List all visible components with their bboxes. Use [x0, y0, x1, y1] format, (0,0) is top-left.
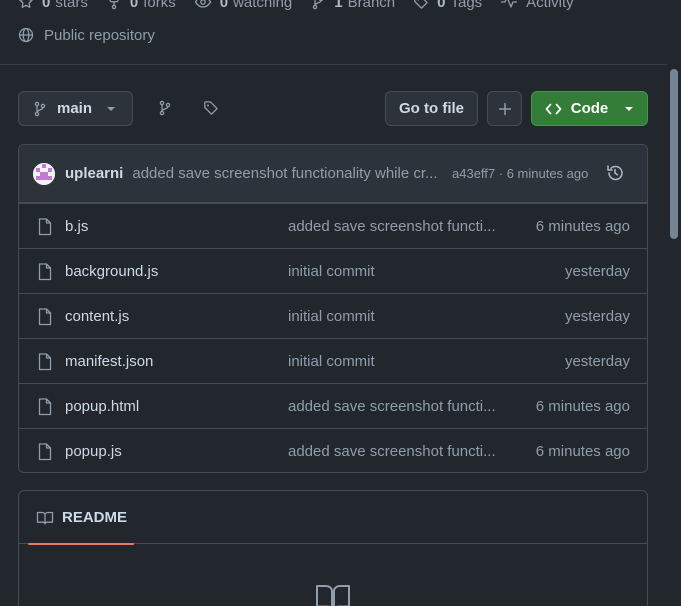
file-commit-time: 6 minutes ago: [535, 442, 630, 460]
stars-label: stars: [55, 0, 88, 11]
eye-icon: [194, 0, 211, 8]
pulse-icon: [501, 0, 518, 8]
add-file-button[interactable]: [487, 91, 522, 126]
readme-tab-label: README: [62, 509, 128, 526]
readme-header: README: [19, 491, 647, 545]
code-icon: [545, 103, 562, 114]
activity-link[interactable]: Activity: [500, 0, 574, 11]
file-row[interactable]: b.js added save screenshot functi... 6 m…: [19, 203, 647, 248]
file-name[interactable]: popup.js: [65, 443, 122, 460]
file-commit-time: yesterday: [564, 262, 630, 280]
tags-link[interactable]: 0 Tags: [413, 0, 482, 11]
tag-icon: [204, 101, 218, 115]
file-name[interactable]: manifest.json: [65, 353, 153, 370]
page-scrollbar[interactable]: [667, 64, 681, 606]
commit-author[interactable]: uplearni: [65, 165, 123, 182]
branch-count: 1: [334, 0, 343, 11]
branch-icon: [159, 100, 171, 116]
file-name[interactable]: popup.html: [65, 398, 139, 415]
file-commit-message[interactable]: initial commit: [288, 353, 500, 370]
history-icon[interactable]: [605, 163, 625, 183]
file-commit-message[interactable]: added save screenshot functi...: [288, 398, 500, 415]
watching-link[interactable]: 0 watching: [194, 0, 293, 11]
file-icon: [38, 443, 52, 461]
file-icon: [38, 263, 52, 281]
visibility-status: Public repository: [18, 24, 155, 46]
plus-icon: [498, 102, 511, 115]
file-commit-message[interactable]: initial commit: [288, 308, 500, 325]
file-commit-message[interactable]: initial commit: [288, 263, 500, 280]
tags-label: Tags: [450, 0, 483, 11]
code-button[interactable]: Code: [531, 91, 648, 126]
forks-count: 0: [129, 0, 139, 11]
repo-stats: 0 stars 0 forks 0 watching 1 Branch 0 Ta…: [18, 0, 592, 12]
file-name[interactable]: background.js: [65, 263, 158, 280]
file-icon: [38, 398, 52, 416]
file-icon: [38, 353, 52, 371]
stars-link[interactable]: 0 stars: [18, 0, 88, 11]
branch-label: Branch: [347, 0, 396, 11]
file-row[interactable]: popup.html added save screenshot functi.…: [19, 383, 647, 428]
activity-label: Activity: [526, 0, 574, 11]
branches-link[interactable]: 1 Branch: [310, 0, 395, 11]
commit-message[interactable]: added save screenshot functionality whil…: [132, 165, 442, 182]
tab-readme[interactable]: README: [28, 491, 134, 545]
file-commit-time: 6 minutes ago: [535, 397, 630, 415]
book-icon: [316, 585, 350, 606]
branch-icon: [313, 0, 324, 10]
file-name[interactable]: b.js: [65, 218, 88, 235]
tag-icon: [414, 0, 428, 9]
caret-down-icon: [625, 106, 634, 111]
file-commit-message[interactable]: added save screenshot functi...: [288, 218, 500, 235]
file-row[interactable]: content.js initial commit yesterday: [19, 293, 647, 338]
file-row[interactable]: manifest.json initial commit yesterday: [19, 338, 647, 383]
watching-label: watching: [233, 0, 293, 11]
file-browser: uplearni added save screenshot functiona…: [18, 144, 648, 473]
branch-icon: [34, 101, 46, 116]
header-divider: [0, 64, 667, 65]
watching-count: 0: [219, 0, 229, 11]
scrollbar-thumb[interactable]: [670, 69, 678, 239]
caret-down-icon: [107, 106, 116, 111]
forks-label: forks: [143, 0, 176, 11]
go-to-file-button[interactable]: Go to file: [385, 91, 478, 126]
file-commit-time: yesterday: [564, 307, 630, 325]
readme-panel: README: [18, 490, 648, 606]
file-row[interactable]: popup.js added save screenshot functi...…: [19, 428, 647, 472]
tags-button[interactable]: [197, 94, 225, 122]
repo-page: 0 stars 0 forks 0 watching 1 Branch 0 Ta…: [0, 0, 681, 606]
file-icon: [38, 308, 52, 326]
globe-icon: [18, 27, 34, 43]
file-name[interactable]: content.js: [65, 308, 129, 325]
file-row[interactable]: background.js initial commit yesterday: [19, 248, 647, 293]
star-icon: [19, 0, 33, 8]
fork-icon: [109, 0, 119, 10]
avatar[interactable]: [33, 162, 55, 185]
file-icon: [38, 218, 52, 236]
file-commit-time: yesterday: [564, 352, 630, 370]
visibility-label: Public repository: [44, 26, 155, 44]
code-label: Code: [570, 100, 609, 117]
commit-meta[interactable]: a43eff7 · 6 minutes ago: [452, 166, 588, 181]
file-commit-message[interactable]: added save screenshot functi...: [288, 443, 500, 460]
branch-name: main: [57, 100, 93, 117]
branches-button[interactable]: [151, 94, 179, 122]
branch-selector-button[interactable]: main: [18, 91, 133, 126]
book-icon: [36, 511, 54, 525]
tags-count: 0: [437, 0, 446, 11]
forks-link[interactable]: 0 forks: [106, 0, 176, 11]
stars-count: 0: [42, 0, 51, 11]
file-commit-time: 6 minutes ago: [535, 217, 630, 235]
latest-commit-bar: uplearni added save screenshot functiona…: [19, 145, 647, 203]
